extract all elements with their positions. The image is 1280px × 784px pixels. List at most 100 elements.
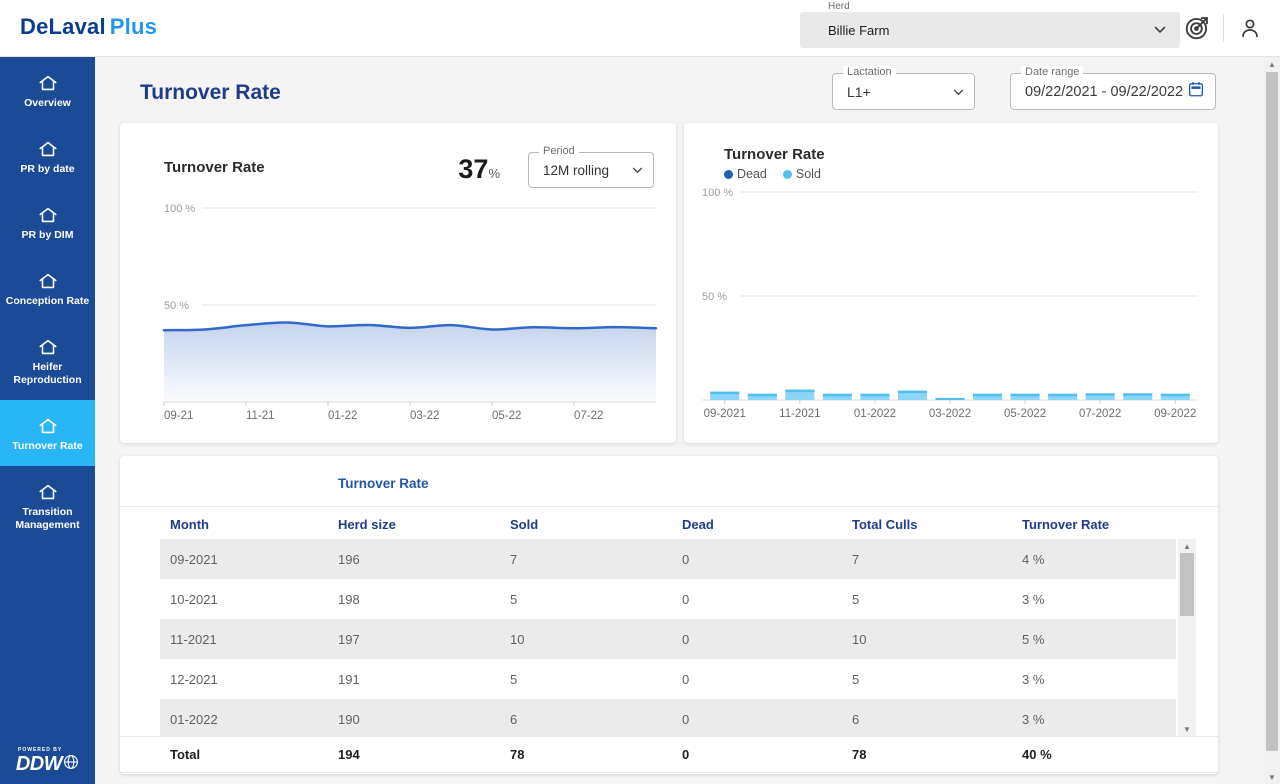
- home-icon: [37, 270, 59, 292]
- legend-label: Sold: [796, 167, 821, 181]
- total-cell: 194: [338, 747, 510, 762]
- table-cell: 3 %: [1022, 712, 1176, 727]
- date-range-input[interactable]: Date range 09/22/2021 - 09/22/2022: [1010, 73, 1216, 110]
- total-cell: 78: [852, 747, 1022, 762]
- sidebar-item-label: Transition Management: [3, 506, 92, 532]
- table-cell: 7: [852, 552, 1022, 567]
- svg-text:09-2021: 09-2021: [704, 408, 746, 420]
- sidebar-item-heifer-reproduction[interactable]: Heifer Reproduction: [0, 321, 95, 400]
- bar-chart: 100 %50 %09-202111-202101-202203-202205-…: [702, 183, 1198, 428]
- kpi-unit: %: [488, 166, 500, 181]
- sidebar-item-label: Heifer Reproduction: [3, 361, 92, 387]
- icon-divider: [1223, 14, 1224, 42]
- scroll-down-icon[interactable]: ▼: [1178, 722, 1196, 736]
- sidebar-item-conception-rate[interactable]: Conception Rate: [0, 255, 95, 321]
- table-cell: 4 %: [1022, 552, 1176, 567]
- logo-accent: Plus: [110, 14, 157, 39]
- logo-primary: DeLaval: [20, 14, 106, 39]
- table-cell: 12-2021: [170, 672, 338, 687]
- legend-item-sold[interactable]: Sold: [783, 167, 821, 181]
- table-cell: 5: [852, 592, 1022, 607]
- table-cell: 6: [510, 712, 682, 727]
- legend-item-dead[interactable]: Dead: [724, 167, 767, 181]
- turnover-rate-line-card: Turnover Rate 37% Period 12M rolling 100…: [120, 123, 676, 443]
- sidebar-item-label: Turnover Rate: [3, 440, 92, 453]
- top-bar: DeLavalPlus Herd Billie Farm: [0, 0, 1280, 57]
- sidebar-item-overview[interactable]: Overview: [0, 57, 95, 123]
- sidebar-item-label: Overview: [3, 97, 92, 110]
- table-header-row: MonthHerd sizeSoldDeadTotal CullsTurnove…: [120, 509, 1218, 539]
- scroll-up-icon[interactable]: ▲: [1178, 539, 1196, 553]
- herd-select[interactable]: Billie Farm: [800, 12, 1180, 48]
- table-cell: 0: [682, 672, 852, 687]
- table-cell: 7: [510, 552, 682, 567]
- svg-text:50 %: 50 %: [164, 300, 189, 312]
- column-header: Turnover Rate: [1022, 517, 1218, 532]
- table-row: 09-20211967074 %: [160, 539, 1176, 579]
- table-row: 01-20221906063 %: [160, 699, 1176, 736]
- home-icon: [37, 204, 59, 226]
- chevron-down-icon: [1154, 21, 1166, 39]
- total-cell: 0: [682, 747, 852, 762]
- sidebar-item-pr-by-dim[interactable]: PR by DIM: [0, 189, 95, 255]
- sidebar-item-transition-management[interactable]: Transition Management: [0, 466, 95, 545]
- herd-value: Billie Farm: [828, 23, 1154, 38]
- table-title: Turnover Rate: [338, 476, 429, 491]
- column-header: Total Culls: [852, 517, 1022, 532]
- svg-text:100 %: 100 %: [164, 203, 195, 215]
- legend-dot-icon: [783, 170, 792, 179]
- sidebar-item-pr-by-date[interactable]: PR by date: [0, 123, 95, 189]
- app-logo: DeLavalPlus: [20, 14, 157, 40]
- table-cell: 11-2021: [170, 632, 338, 647]
- turnover-rate-table-card: Turnover Rate MonthHerd sizeSoldDeadTota…: [120, 456, 1218, 774]
- table-divider: [120, 506, 1218, 507]
- home-icon: [37, 481, 59, 503]
- legend-label: Dead: [737, 167, 767, 181]
- table-total-row: Total1947807840 %: [120, 736, 1218, 773]
- page-title: Turnover Rate: [140, 81, 281, 105]
- table-cell: 5: [510, 592, 682, 607]
- goal-target-icon[interactable]: [1181, 10, 1213, 46]
- table-scrollbar-thumb[interactable]: [1180, 553, 1194, 616]
- ddw-logo: POWERED BY DDW: [0, 747, 95, 776]
- lactation-select[interactable]: Lactation L1+: [832, 73, 975, 110]
- home-icon: [37, 336, 59, 358]
- svg-text:100 %: 100 %: [702, 187, 733, 199]
- svg-text:01-22: 01-22: [328, 410, 357, 422]
- table-cell: 10: [852, 632, 1022, 647]
- bar-chart-title: Turnover Rate: [724, 146, 825, 163]
- table-row: 10-20211985053 %: [160, 579, 1176, 619]
- total-cell: Total: [170, 747, 338, 762]
- column-header: Sold: [510, 517, 682, 532]
- sidebar-item-turnover-rate[interactable]: Turnover Rate: [0, 400, 95, 466]
- sidebar-item-label: PR by date: [3, 163, 92, 176]
- table-cell: 5: [510, 672, 682, 687]
- scroll-down-icon[interactable]: ▼: [1264, 770, 1280, 784]
- table-cell: 01-2022: [170, 712, 338, 727]
- svg-text:11-2021: 11-2021: [779, 408, 820, 420]
- table-cell: 197: [338, 632, 510, 647]
- total-cell: 40 %: [1022, 747, 1218, 762]
- svg-text:03-2022: 03-2022: [929, 408, 971, 420]
- svg-text:07-22: 07-22: [574, 410, 603, 422]
- home-icon: [37, 72, 59, 94]
- svg-text:09-2022: 09-2022: [1154, 408, 1196, 420]
- table-cell: 191: [338, 672, 510, 687]
- total-cell: 78: [510, 747, 682, 762]
- table-row: 11-2021197100105 %: [160, 619, 1176, 659]
- table-cell: 10-2021: [170, 592, 338, 607]
- table-scrollbar[interactable]: ▲ ▼: [1178, 539, 1196, 736]
- globe-icon: [63, 753, 79, 776]
- calendar-icon[interactable]: [1187, 80, 1205, 103]
- page-scrollbar-thumb[interactable]: [1266, 72, 1278, 751]
- svg-text:07-2022: 07-2022: [1079, 408, 1121, 420]
- scroll-up-icon[interactable]: ▲: [1264, 57, 1280, 71]
- herd-label: Herd: [828, 1, 1180, 11]
- page-scrollbar[interactable]: ▲ ▼: [1264, 57, 1280, 784]
- table-cell: 0: [682, 592, 852, 607]
- period-select[interactable]: Period 12M rolling: [528, 152, 654, 188]
- table-body: 09-20211967074 %10-20211985053 %11-20211…: [120, 539, 1218, 736]
- table-cell: 190: [338, 712, 510, 727]
- column-header: Month: [170, 517, 338, 532]
- user-profile-icon[interactable]: [1234, 10, 1266, 46]
